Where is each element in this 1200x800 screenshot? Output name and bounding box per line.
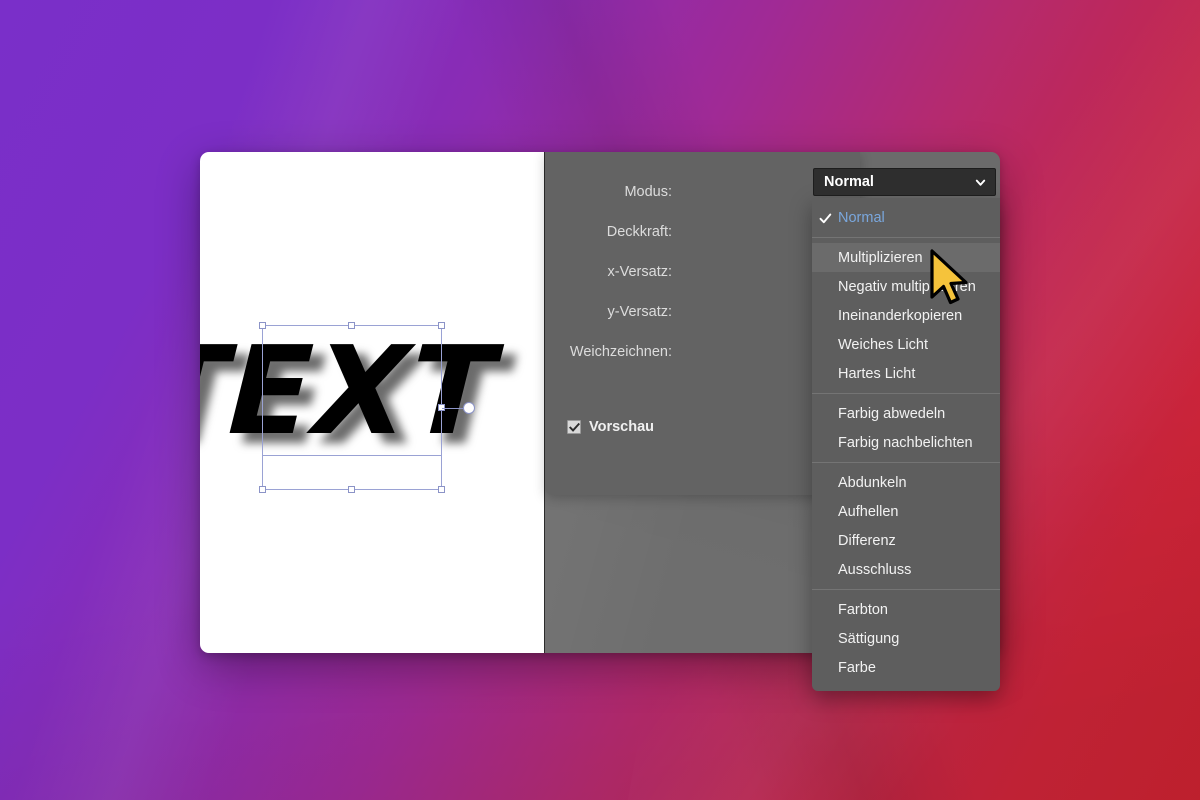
menu-item-abdunkeln[interactable]: Abdunkeln <box>812 468 1000 497</box>
label-modus: Modus: <box>624 184 672 200</box>
label-weichzeichnen: Weichzeichnen: <box>569 344 672 360</box>
menu-item-weiches-licht[interactable]: Weiches Licht <box>812 330 1000 359</box>
chevron-down-icon <box>975 179 986 186</box>
menu-item-differenz[interactable]: Differenz <box>812 526 1000 555</box>
checkmark-icon <box>819 213 832 223</box>
desktop-background: TEXT Modus: Deckkraft: x-Versatz: y-Vers… <box>0 0 1200 800</box>
menu-item-multiplizieren[interactable]: Multiplizieren <box>812 243 1000 272</box>
mode-select-box[interactable]: Normal <box>813 168 996 196</box>
text-baseline-guide <box>262 455 442 456</box>
mode-select-value: Normal <box>824 174 874 190</box>
menu-separator <box>812 393 1000 394</box>
resize-handle-bottom-left[interactable] <box>259 486 266 493</box>
document-canvas[interactable]: TEXT <box>200 152 545 653</box>
menu-item-aufhellen[interactable]: Aufhellen <box>812 497 1000 526</box>
menu-item-normal[interactable]: Normal <box>812 203 1000 232</box>
menu-item-label: Farbe <box>838 659 876 676</box>
label-y-versatz: y-Versatz: <box>607 304 672 320</box>
menu-item-ausschluss[interactable]: Ausschluss <box>812 555 1000 584</box>
menu-item-farbton[interactable]: Farbton <box>812 595 1000 624</box>
menu-item-ineinanderkopieren[interactable]: Ineinanderkopieren <box>812 301 1000 330</box>
menu-separator <box>812 589 1000 590</box>
menu-item-label: Sättigung <box>838 630 900 647</box>
preview-checkbox[interactable] <box>567 420 581 434</box>
menu-item-label: Farbig abwedeln <box>838 405 946 422</box>
menu-item-label: Farbig nachbelichten <box>838 434 973 451</box>
menu-item-label: Differenz <box>838 532 896 549</box>
preview-label: Vorschau <box>589 419 655 435</box>
preview-checkbox-row[interactable]: Vorschau <box>567 419 654 435</box>
menu-item-hartes-licht[interactable]: Hartes Licht <box>812 359 1000 388</box>
blend-mode-dropdown-menu[interactable]: Normal Multiplizieren Negativ multiplizier… <box>812 198 1000 691</box>
menu-item-label: Normal <box>838 209 885 226</box>
menu-item-label: Negativ multiplizieren <box>838 278 976 295</box>
menu-item-label: Aufhellen <box>838 503 899 520</box>
resize-handle-bottom-right[interactable] <box>438 486 445 493</box>
label-deckkraft: Deckkraft: <box>606 224 672 240</box>
menu-item-farbig-abwedeln[interactable]: Farbig abwedeln <box>812 399 1000 428</box>
menu-item-label: Multiplizieren <box>838 249 923 266</box>
checkmark-icon <box>568 422 580 432</box>
canvas-artwork-text[interactable]: TEXT <box>200 320 500 462</box>
menu-item-farbig-nachbelichten[interactable]: Farbig nachbelichten <box>812 428 1000 457</box>
menu-item-sattigung[interactable]: Sättigung <box>812 624 1000 653</box>
menu-item-label: Abdunkeln <box>838 474 907 491</box>
menu-item-label: Weiches Licht <box>838 336 928 353</box>
resize-handle-bottom-center[interactable] <box>348 486 355 493</box>
menu-item-label: Ineinanderkopieren <box>838 307 963 324</box>
menu-item-label: Hartes Licht <box>838 365 916 382</box>
menu-item-label: Ausschluss <box>838 561 912 578</box>
menu-item-farbe[interactable]: Farbe <box>812 653 1000 682</box>
menu-item-negativ-multiplizieren[interactable]: Negativ multiplizieren <box>812 272 1000 301</box>
menu-separator <box>812 237 1000 238</box>
label-x-versatz: x-Versatz: <box>607 264 672 280</box>
menu-item-label: Farbton <box>838 601 888 618</box>
menu-separator <box>812 462 1000 463</box>
